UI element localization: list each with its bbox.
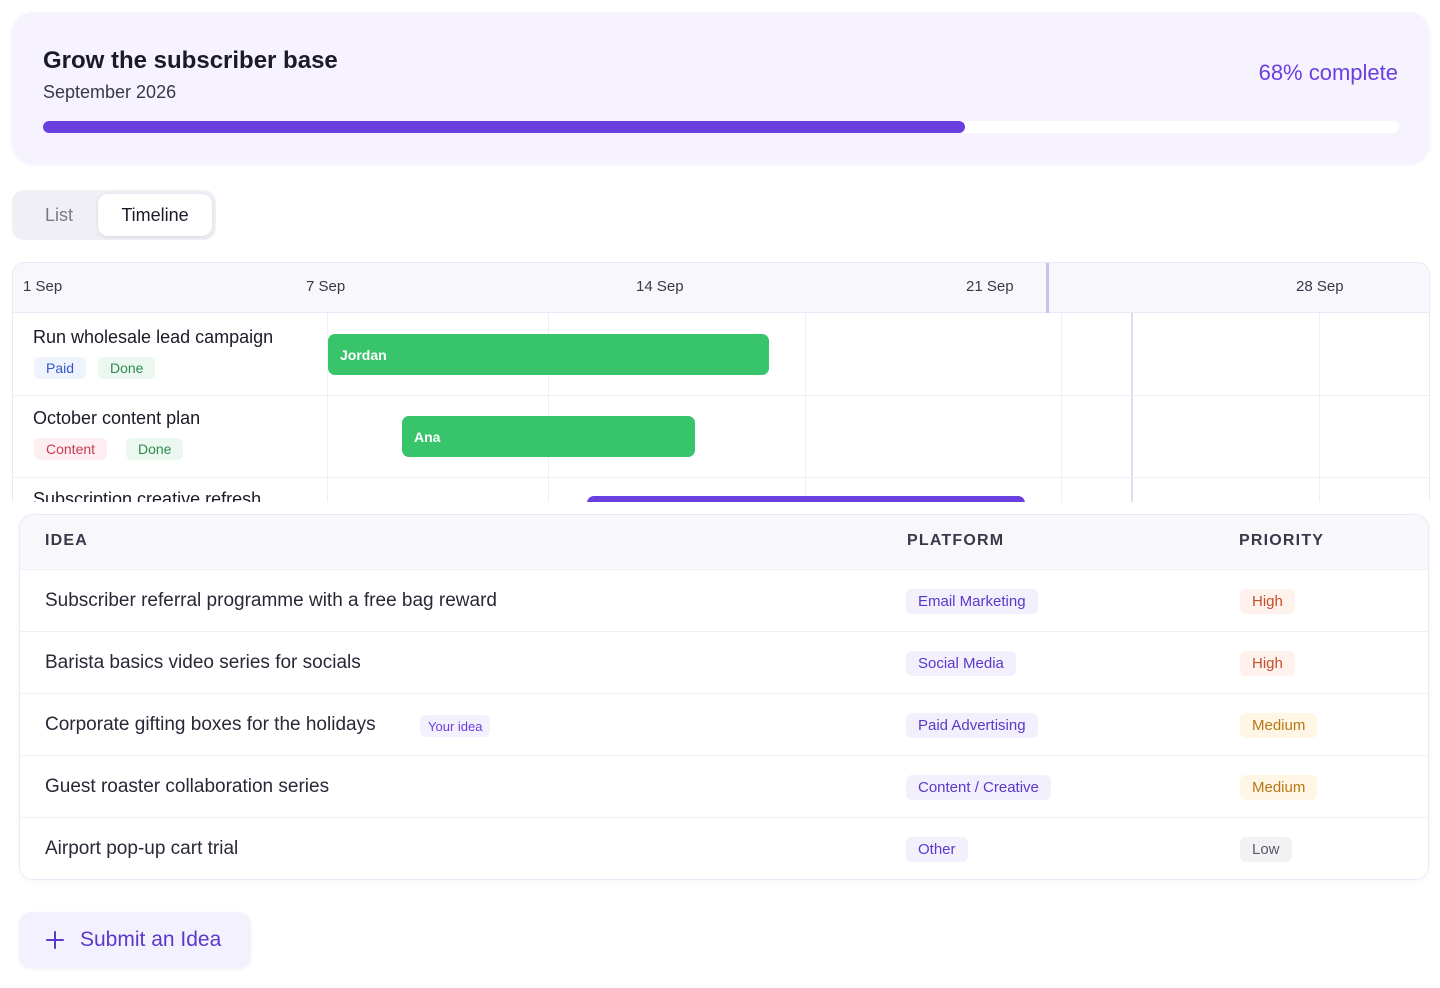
idea-title: Guest roaster collaboration series	[45, 776, 330, 797]
submit-idea-label: Submit an Idea	[80, 928, 222, 951]
platform-badge: Email Marketing	[906, 589, 1038, 614]
table-row[interactable]: Guest roaster collaboration series Conte…	[20, 755, 1428, 817]
your-idea-badge: Your idea	[420, 715, 491, 737]
idea-title: Barista basics video series for socials	[45, 652, 361, 673]
timeline-date: 21 Sep	[966, 278, 1014, 295]
idea-title: Subscriber referral programme with a fre…	[45, 590, 497, 611]
priority-badge: Medium	[1240, 775, 1318, 800]
row-divider	[13, 395, 1429, 396]
grid-line	[1061, 313, 1062, 502]
toggle-timeline[interactable]: Timeline	[98, 194, 212, 236]
timeline-header: 1 Sep 7 Sep 14 Sep 21 Sep 28 Sep	[13, 263, 1429, 313]
timeline-date: 1 Sep	[23, 278, 63, 295]
grid-line	[1131, 313, 1133, 502]
view-toggle: List Timeline	[12, 190, 216, 240]
table-row[interactable]: Subscriber referral programme with a fre…	[20, 569, 1428, 631]
task-bar[interactable]: Ana	[402, 416, 695, 457]
goal-period: September 2026	[43, 82, 177, 102]
task-bar[interactable]: Jordan	[328, 334, 769, 375]
timeline: 1 Sep 7 Sep 14 Sep 21 Sep 28 Sep Run who…	[12, 262, 1430, 502]
column-header-priority: PRIORITY	[1239, 532, 1325, 549]
priority-badge: High	[1240, 589, 1295, 614]
task-name[interactable]: Run wholesale lead campaign	[33, 327, 273, 348]
priority-badge: High	[1240, 651, 1295, 676]
column-header-platform: PLATFORM	[907, 532, 1005, 549]
platform-badge: Other	[906, 837, 968, 862]
task-status-tag: Done	[98, 357, 156, 379]
task-tag: Paid	[34, 357, 87, 379]
platform-badge: Content / Creative	[906, 775, 1051, 800]
goal-progress-label: 68% complete	[1258, 60, 1398, 85]
toggle-list[interactable]: List	[18, 194, 100, 236]
goal-progress-fill	[43, 121, 966, 133]
grid-line	[805, 313, 806, 502]
task-bar[interactable]	[587, 496, 1025, 502]
timeline-date: 7 Sep	[306, 278, 346, 295]
table-row[interactable]: Airport pop-up cart trial Other Low	[20, 817, 1428, 879]
task-tag: Content	[34, 438, 108, 460]
task-name[interactable]: October content plan	[33, 408, 200, 429]
priority-badge: Low	[1240, 837, 1292, 862]
today-marker	[1046, 263, 1049, 313]
submit-idea-button[interactable]: Submit an Idea	[19, 912, 251, 968]
table-row[interactable]: Barista basics video series for socials …	[20, 631, 1428, 693]
ideas-table-header: IDEA PLATFORM PRIORITY	[20, 515, 1428, 569]
table-row[interactable]: Corporate gifting boxes for the holidays…	[20, 693, 1428, 755]
goal-title: Grow the subscriber base	[43, 47, 338, 74]
timeline-date: 28 Sep	[1296, 278, 1344, 295]
row-divider	[13, 477, 1429, 478]
task-status-tag: Done	[126, 438, 184, 460]
priority-badge: Medium	[1240, 713, 1318, 738]
ideas-table: IDEA PLATFORM PRIORITY Subscriber referr…	[19, 514, 1429, 880]
goal-progress-track	[43, 121, 1399, 133]
platform-badge: Paid Advertising	[906, 713, 1038, 738]
timeline-date: 14 Sep	[636, 278, 684, 295]
platform-badge: Social Media	[906, 651, 1016, 676]
grid-line	[1319, 313, 1320, 502]
idea-title: Corporate gifting boxes for the holidays	[45, 714, 376, 735]
idea-title: Airport pop-up cart trial	[45, 838, 239, 859]
goal-card: Grow the subscriber base September 2026 …	[12, 12, 1430, 164]
task-name[interactable]: Subscription creative refresh	[33, 489, 261, 502]
column-header-idea: IDEA	[45, 532, 89, 549]
plus-icon	[45, 930, 65, 950]
